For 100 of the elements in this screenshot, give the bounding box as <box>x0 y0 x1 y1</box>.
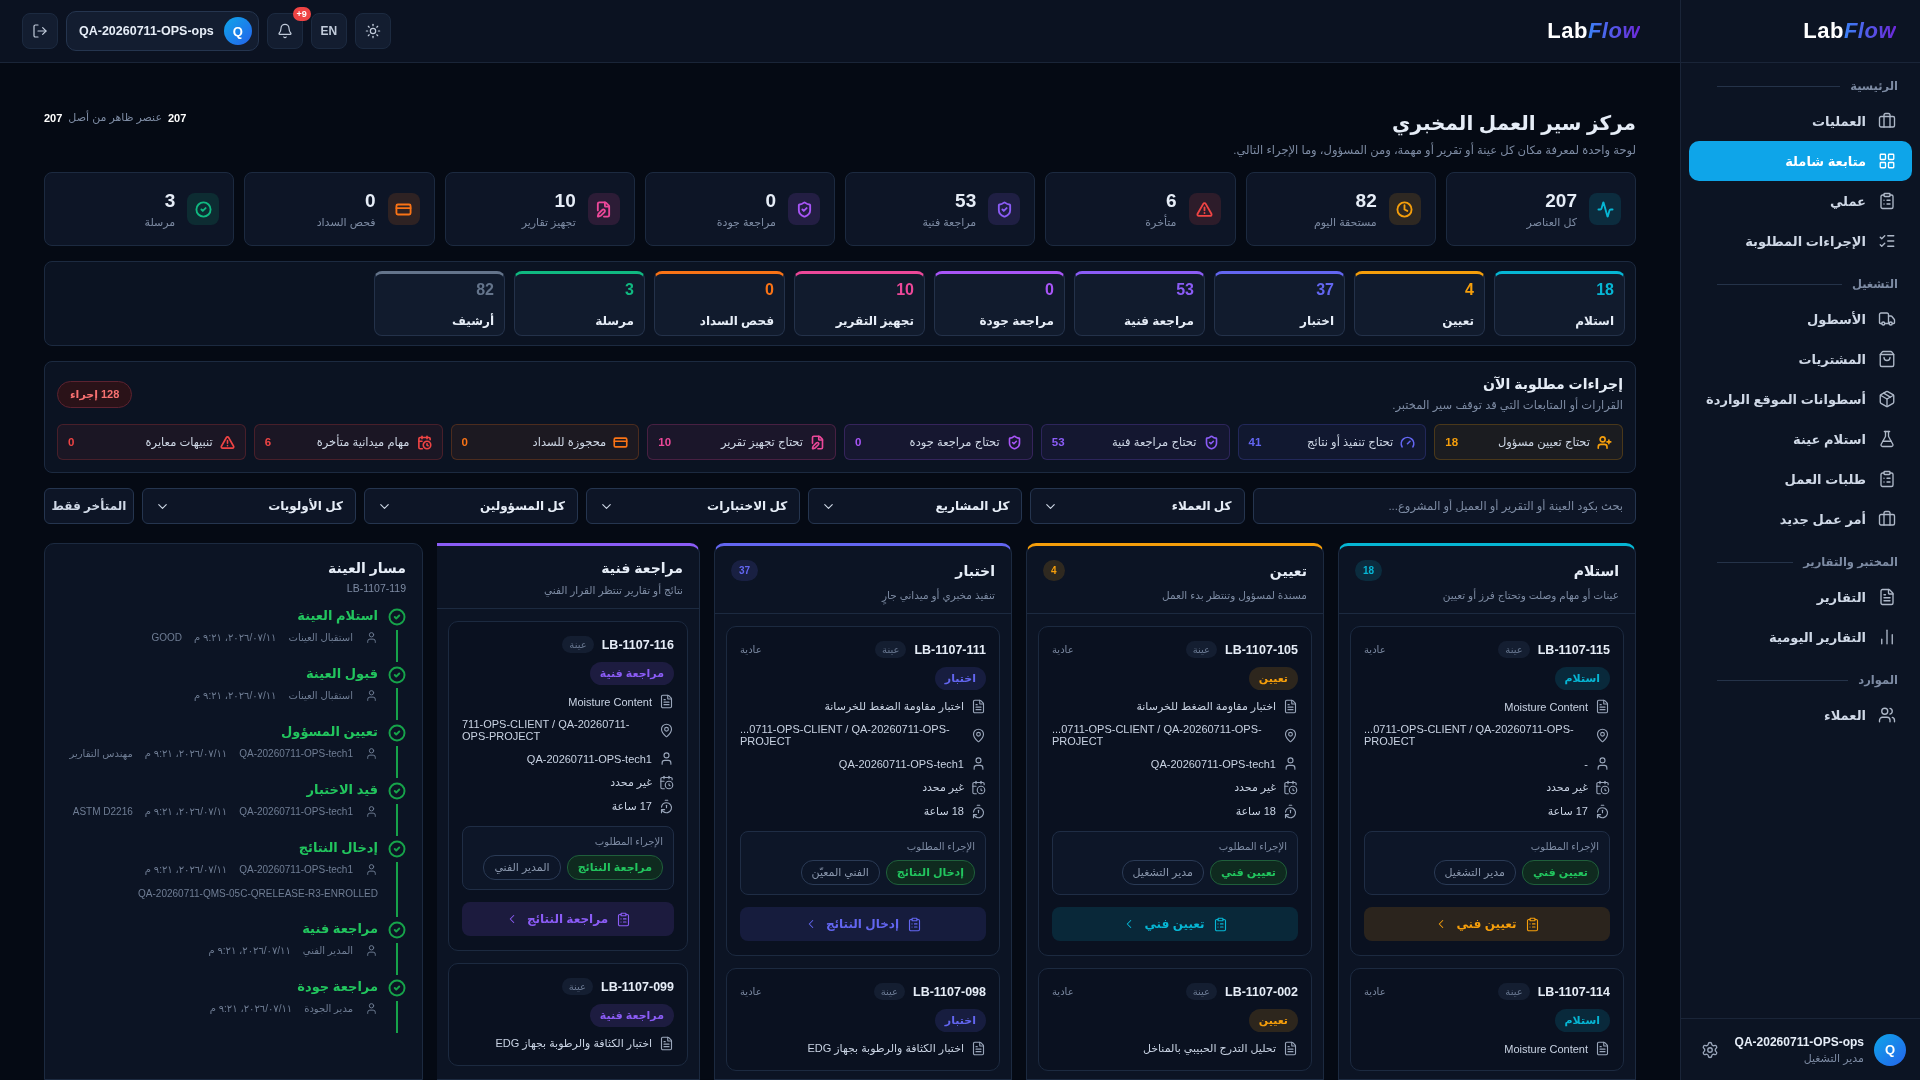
filter-dropdown[interactable]: كل الاختبارات <box>586 488 801 524</box>
nav-item[interactable]: العملاء <box>1689 695 1912 735</box>
test-name: Moisture Content <box>568 695 652 708</box>
filter-dropdown[interactable]: كل العملاء <box>1030 488 1245 524</box>
briefcase-icon <box>1878 112 1896 130</box>
late-only-button[interactable]: المتأخر فقط <box>44 488 134 524</box>
column-title: اختبار <box>955 562 995 579</box>
nav-item[interactable]: العمليات <box>1689 101 1912 141</box>
elapsed-time: 17 ساعة <box>1547 805 1588 818</box>
stage-label: اختبار <box>1298 314 1334 328</box>
bar-chart-icon <box>1878 628 1896 646</box>
stage-count: 37 <box>1315 281 1334 299</box>
action-label: مهام ميدانية متأخرة <box>316 435 410 449</box>
location-pin-icon <box>1283 727 1298 743</box>
priority-label: عادية <box>1052 986 1074 997</box>
assignee: QA-20260711-OPS-tech1 <box>1150 757 1276 770</box>
step-title: قيد الاختبار <box>305 782 378 797</box>
nav-item[interactable]: المشتريات <box>1689 339 1912 379</box>
required-action-label: الإجراء المطلوب <box>1529 841 1599 852</box>
truck-icon <box>1878 310 1896 328</box>
elapsed-time: 18 ساعة <box>923 805 964 818</box>
search-field[interactable]: بحث بكود العينة أو التقرير أو العميل أو المشروع... <box>1252 488 1636 524</box>
stage-count: 0 <box>764 281 774 299</box>
sample-code: LB-1107-002 <box>1225 984 1298 999</box>
column-subtitle: نتائج أو تقارير تنتظر القرار الفني <box>543 584 683 596</box>
box-icon <box>1878 390 1896 408</box>
calendar-icon <box>1283 780 1298 795</box>
section-title: الموارد <box>1858 673 1898 687</box>
sample-code: LB-1107-119 <box>345 582 406 594</box>
nav-item[interactable]: التقارير <box>1689 577 1912 617</box>
card-action-button[interactable]: مراجعة النتائج <box>462 902 674 936</box>
test-name: تحليل التدرج الحبيبي بالمناخل <box>1142 1042 1276 1055</box>
nav-item[interactable]: الأسطول <box>1689 299 1912 339</box>
type-tag: عينة <box>1498 983 1530 1000</box>
bag-icon <box>1878 350 1896 368</box>
column-count: 18 <box>1355 560 1383 581</box>
document-icon <box>971 699 986 714</box>
sample-code: LB-1107-116 <box>601 637 674 652</box>
nav-item[interactable]: التقارير اليومية <box>1689 617 1912 657</box>
clipboard-icon <box>1524 916 1540 932</box>
action-count: 0 <box>461 436 468 448</box>
step-detail: مهندس التقارير <box>69 748 133 759</box>
section-title: المختبر والتقارير <box>1803 555 1898 569</box>
stage-label: مراجعة جودة <box>978 314 1054 328</box>
stage-label: تجهيز التقرير <box>834 314 914 328</box>
step-detail: ٢٠٢٦/٠٧/١١، ٩:٢١ م <box>144 748 228 759</box>
card-action-button[interactable]: تعيين فني <box>1364 907 1610 941</box>
user-menu[interactable]: QA-20260711-OPS-ops Q <box>66 11 259 51</box>
card-action-button[interactable]: إدخال النتائج <box>740 907 986 941</box>
document-icon <box>971 1041 986 1056</box>
step-title: استلام العينة <box>296 608 378 623</box>
nav-item[interactable]: أمر عمل جديد <box>1689 499 1912 539</box>
column-title: استلام <box>1573 562 1619 579</box>
stage-label: مرسلة <box>594 314 634 328</box>
panel-title: مسار العينة <box>327 560 406 576</box>
action-tag: تعيين فني <box>1209 860 1287 885</box>
user-name: QA-20260711-OPS-ops <box>1734 1034 1864 1049</box>
step-detail: ٢٠٢٦/٠٧/١١، ٩:٢١ م <box>209 1003 293 1014</box>
settings-button[interactable] <box>1701 1040 1719 1059</box>
nav-item[interactable]: عملي <box>1689 181 1912 221</box>
due-date: غير محدد <box>610 776 652 789</box>
due-date: غير محدد <box>922 781 964 794</box>
filter-dropdown[interactable]: كل المسؤولين <box>363 488 579 524</box>
role-tag: الفني المعيّن <box>800 860 880 885</box>
theme-button[interactable] <box>354 13 391 49</box>
logout-button[interactable] <box>22 13 58 49</box>
document-icon <box>659 694 674 709</box>
count-label: عنصر ظاهر من أصل <box>68 111 162 124</box>
status-tag: مراجعة فنية <box>589 1004 674 1027</box>
stat-value: 6 <box>1164 189 1177 212</box>
stage-count: 10 <box>895 281 914 299</box>
test-name: Moisture Content <box>1504 1042 1588 1055</box>
priority-label: عادية <box>1052 644 1074 655</box>
status-tag: اختبار <box>934 1009 986 1032</box>
location-pin-icon <box>971 727 986 743</box>
clipboard-icon <box>616 911 632 927</box>
stat-label: مراجعة جودة <box>716 215 776 229</box>
stage-label: أرشيف <box>451 314 494 328</box>
filter-dropdown[interactable]: كل المشاريع <box>808 488 1023 524</box>
role-tag: المدير الفني <box>483 855 561 880</box>
nav-item[interactable]: استلام عينة <box>1689 419 1912 459</box>
filter-dropdown[interactable]: كل الأولويات <box>141 488 356 524</box>
step-title: مراجعة فنية <box>301 921 378 936</box>
stage-count: 53 <box>1175 281 1194 299</box>
sample-code: LB-1107-111 <box>914 642 986 657</box>
bell-icon <box>276 23 293 39</box>
card-action-button[interactable]: تعيين فني <box>1052 907 1298 941</box>
priority-label: عادية <box>1364 644 1386 655</box>
language-button[interactable]: EN <box>310 13 347 49</box>
status-tag: استلام <box>1554 1009 1610 1032</box>
stat-label: مرسلة <box>144 215 176 229</box>
clipboard-icon <box>907 916 923 932</box>
nav-item[interactable]: الإجراءات المطلوبة <box>1689 221 1912 261</box>
nav-item[interactable]: طلبات العمل <box>1689 459 1912 499</box>
nav-item[interactable]: أسطوانات الموقع الواردة <box>1689 379 1912 419</box>
stat-value: 0 <box>764 189 776 212</box>
stage-count: 18 <box>1595 281 1614 299</box>
priority-label: عادية <box>1364 986 1386 997</box>
user-avatar[interactable]: Q <box>1874 1033 1906 1066</box>
user-icon <box>1595 756 1610 771</box>
